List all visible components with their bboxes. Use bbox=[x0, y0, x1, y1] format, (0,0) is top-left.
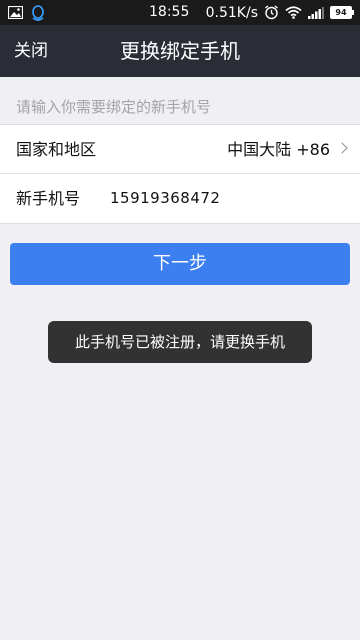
chevron-right-icon bbox=[336, 142, 348, 154]
qq-icon bbox=[32, 4, 44, 21]
status-left-icons bbox=[8, 4, 45, 21]
image-icon bbox=[8, 6, 23, 19]
signal-icon bbox=[308, 6, 324, 19]
alarm-icon bbox=[265, 5, 278, 20]
phone-row: 新手机号 15919368472 bbox=[0, 174, 360, 223]
wifi-icon bbox=[285, 6, 302, 19]
status-bar: 18:55 0.51K/s 94 bbox=[0, 0, 360, 25]
phone-input[interactable]: 15919368472 bbox=[110, 174, 220, 223]
status-right: 0.51K/s 94 bbox=[205, 0, 354, 25]
error-toast: 此手机号已被注册，请更换手机 bbox=[48, 321, 312, 363]
page-title: 更换绑定手机 bbox=[120, 39, 240, 63]
region-value: 中国大陆 +86 bbox=[227, 140, 330, 159]
nav-bar: 关闭 更换绑定手机 bbox=[0, 25, 360, 77]
phone-form: 国家和地区 中国大陆 +86 新手机号 15919368472 bbox=[0, 124, 360, 224]
network-speed: 0.51K/s bbox=[205, 4, 258, 21]
region-label: 国家和地区 bbox=[16, 140, 97, 159]
phone-label: 新手机号 bbox=[16, 189, 81, 208]
next-step-button[interactable]: 下一步 bbox=[10, 243, 350, 285]
battery-icon: 94 bbox=[330, 6, 354, 19]
status-time: 18:55 bbox=[149, 4, 190, 20]
region-selector[interactable]: 国家和地区 中国大陆 +86 bbox=[0, 125, 360, 174]
phone-hint-text: 请输入你需要绑定的新手机号 bbox=[16, 98, 212, 116]
